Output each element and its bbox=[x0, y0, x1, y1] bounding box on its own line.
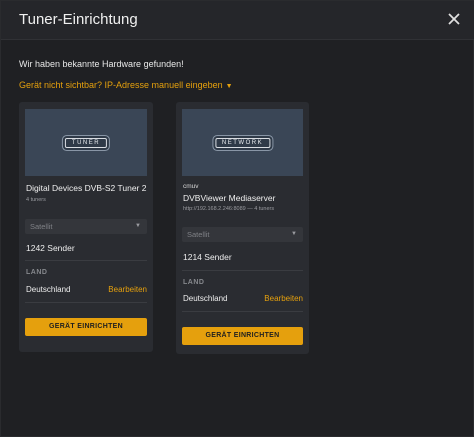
divider bbox=[182, 311, 303, 312]
signal-type-select[interactable]: Satellit ▼ bbox=[25, 219, 147, 234]
signal-type-value: Satellit bbox=[187, 230, 210, 239]
dialog-title: Tuner-Einrichtung bbox=[19, 11, 138, 28]
device-card-network: NETWORK cmuv DVBViewer Mediaserver http:… bbox=[176, 102, 309, 354]
network-badge: NETWORK bbox=[214, 137, 271, 148]
caret-down-icon: ▼ bbox=[225, 83, 233, 90]
channel-count: 1242 Sender bbox=[26, 243, 75, 253]
land-label: LAND bbox=[26, 269, 48, 276]
manual-ip-link-label: Gerät nicht sichtbar? IP-Adresse manuell… bbox=[19, 80, 223, 90]
land-label: LAND bbox=[183, 279, 205, 286]
dialog-header: Tuner-Einrichtung bbox=[1, 1, 474, 40]
tuner-badge: TUNER bbox=[64, 137, 108, 148]
device-card-tuner: TUNER Digital Devices DVB-S2 Tuner 2 4 t… bbox=[19, 102, 153, 352]
device-subtitle: 4 tuners bbox=[26, 197, 46, 203]
close-icon[interactable] bbox=[445, 10, 463, 28]
channel-count: 1214 Sender bbox=[183, 252, 232, 262]
device-thumbnail: NETWORK bbox=[182, 109, 303, 176]
country-value: Deutschland bbox=[26, 285, 71, 294]
device-thumbnail: TUNER bbox=[25, 109, 147, 176]
country-value: Deutschland bbox=[183, 294, 228, 303]
chevron-down-icon: ▼ bbox=[291, 231, 297, 237]
manual-ip-link[interactable]: Gerät nicht sichtbar? IP-Adresse manuell… bbox=[19, 80, 233, 90]
device-name: DVBViewer Mediaserver bbox=[183, 193, 276, 203]
device-subtitle: http://192.168.2.246:8089 — 4 tuners bbox=[183, 206, 275, 212]
setup-device-button[interactable]: GERÄT EINRICHTEN bbox=[25, 318, 147, 336]
device-vendor: cmuv bbox=[183, 183, 199, 190]
signal-type-value: Satellit bbox=[30, 222, 53, 231]
device-name: Digital Devices DVB-S2 Tuner 2 bbox=[26, 183, 147, 193]
edit-country-link[interactable]: Bearbeiten bbox=[264, 294, 303, 303]
divider bbox=[182, 270, 303, 271]
divider bbox=[25, 302, 147, 303]
divider bbox=[25, 260, 147, 261]
hardware-found-message: Wir haben bekannte Hardware gefunden! bbox=[19, 59, 184, 69]
edit-country-link[interactable]: Bearbeiten bbox=[108, 285, 147, 294]
tuner-setup-dialog: Tuner-Einrichtung Wir haben bekannte Har… bbox=[0, 0, 474, 437]
signal-type-select[interactable]: Satellit ▼ bbox=[182, 227, 303, 242]
chevron-down-icon: ▼ bbox=[135, 223, 141, 229]
setup-device-button[interactable]: GERÄT EINRICHTEN bbox=[182, 327, 303, 345]
